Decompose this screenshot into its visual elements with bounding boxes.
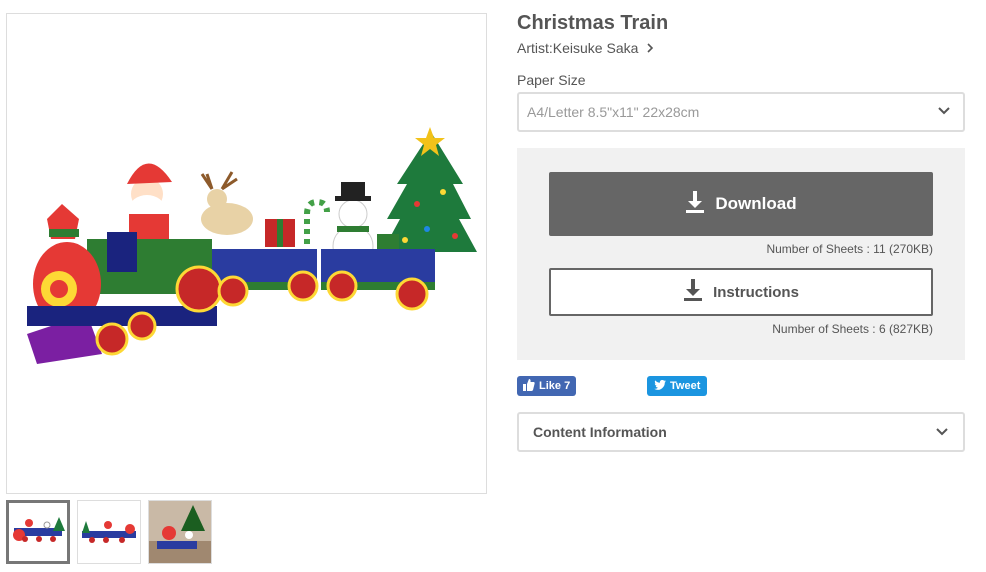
thumbnail-2[interactable] xyxy=(77,500,141,564)
thumbnail-1[interactable] xyxy=(6,500,70,564)
product-main-image[interactable] xyxy=(6,13,487,494)
download-sheet-count: Number of Sheets : 11 (270KB) xyxy=(766,242,933,256)
instructions-button[interactable]: Instructions xyxy=(549,268,933,316)
thumbnail-strip xyxy=(6,500,212,564)
instructions-sheet-count: Number of Sheets : 6 (827KB) xyxy=(772,322,933,336)
tweet-button[interactable]: Tweet xyxy=(647,376,708,396)
thumbnail-train-image xyxy=(13,517,65,542)
download-icon xyxy=(683,278,703,306)
thumbs-up-icon xyxy=(523,378,535,394)
tweet-label: Tweet xyxy=(670,380,701,392)
chevron-down-icon xyxy=(937,104,951,121)
thumbnail-train-side-image xyxy=(82,521,136,543)
download-button[interactable]: Download xyxy=(549,172,933,236)
paper-size-value: A4/Letter 8.5"x11" 22x28cm xyxy=(527,104,700,120)
twitter-bird-icon xyxy=(654,379,666,393)
download-panel: Download Number of Sheets : 11 (270KB) I… xyxy=(517,148,965,360)
paper-size-label: Paper Size xyxy=(517,72,586,88)
chevron-right-icon xyxy=(646,41,654,55)
like-count-label: Like 7 xyxy=(539,380,571,392)
download-icon xyxy=(685,190,705,219)
product-title: Christmas Train xyxy=(517,12,669,34)
content-information-accordion[interactable]: Content Information xyxy=(517,412,965,452)
thumbnail-3[interactable] xyxy=(148,500,212,564)
thumbnail-photo-image xyxy=(149,501,211,563)
facebook-like-button[interactable]: Like 7 xyxy=(517,376,577,396)
chevron-down-icon xyxy=(935,425,949,442)
download-button-label: Download xyxy=(715,194,797,213)
content-information-label: Content Information xyxy=(533,424,667,440)
artist-label: Artist:Keisuke Saka xyxy=(517,40,639,56)
artist-link[interactable]: Artist:Keisuke Saka xyxy=(517,40,654,56)
paper-size-select[interactable]: A4/Letter 8.5"x11" 22x28cm xyxy=(517,92,965,132)
christmas-train-illustration xyxy=(27,127,477,364)
instructions-button-label: Instructions xyxy=(713,283,799,301)
